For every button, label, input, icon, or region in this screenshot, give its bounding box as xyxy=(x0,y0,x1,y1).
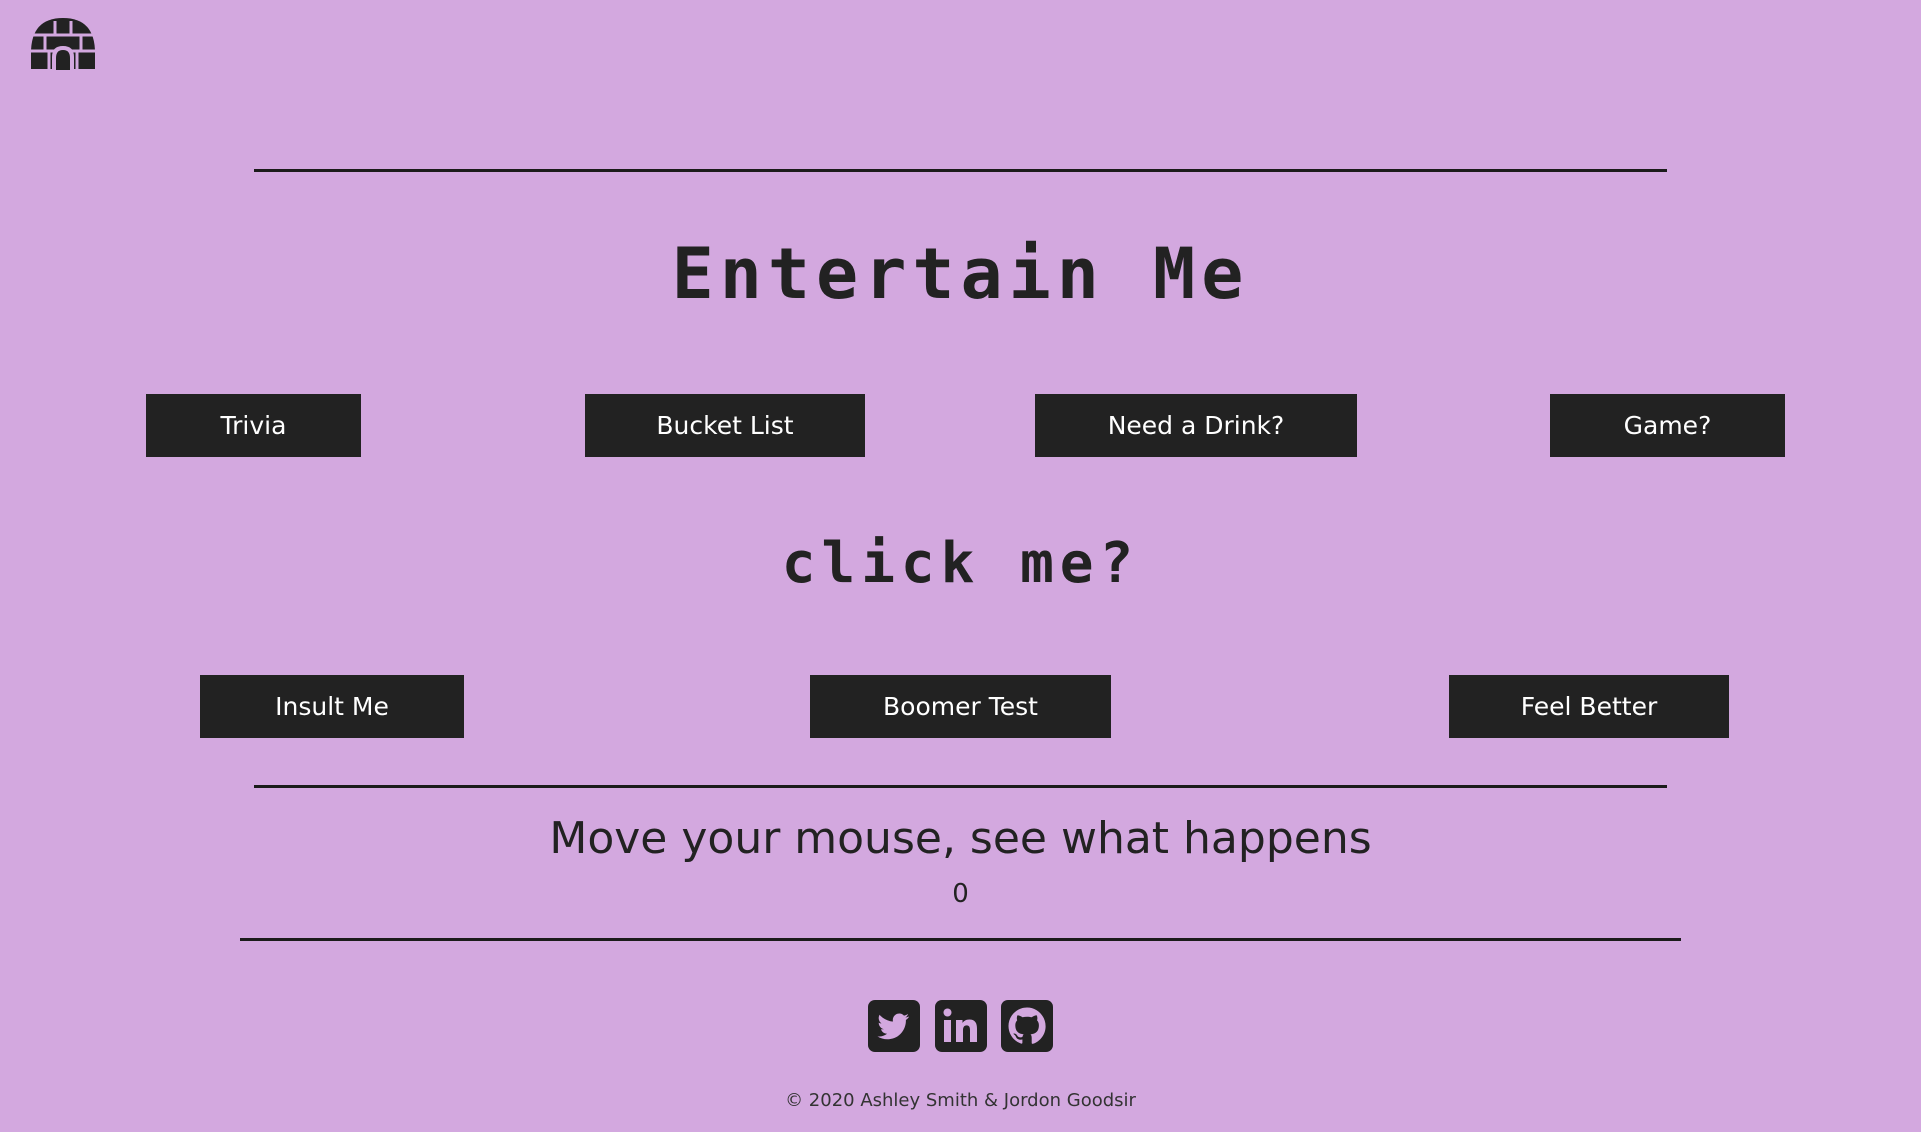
click-me-subtitle: click me? xyxy=(781,531,1140,596)
insult-me-button[interactable]: Insult Me xyxy=(200,675,464,738)
mouse-counter: 0 xyxy=(952,879,969,909)
bottom-divider xyxy=(240,938,1681,941)
trivia-button[interactable]: Trivia xyxy=(146,394,361,457)
boomer-test-button[interactable]: Boomer Test xyxy=(810,675,1111,738)
need-a-drink-button[interactable]: Need a Drink? xyxy=(1035,394,1357,457)
copyright-text: © 2020 Ashley Smith & Jordon Goodsir xyxy=(785,1090,1136,1111)
igloo-icon[interactable] xyxy=(29,17,97,70)
page: Entertain Me Trivia Bucket List Need a D… xyxy=(0,0,1921,1132)
game-button[interactable]: Game? xyxy=(1550,394,1785,457)
twitter-icon[interactable] xyxy=(868,1000,920,1052)
top-divider xyxy=(254,169,1667,172)
feel-better-button[interactable]: Feel Better xyxy=(1449,675,1729,738)
page-title: Entertain Me xyxy=(671,233,1250,315)
middle-divider xyxy=(254,785,1667,788)
bucket-list-button[interactable]: Bucket List xyxy=(585,394,865,457)
mouse-heading: Move your mouse, see what happens xyxy=(549,813,1372,864)
github-icon[interactable] xyxy=(1001,1000,1053,1052)
linkedin-icon[interactable] xyxy=(935,1000,987,1052)
